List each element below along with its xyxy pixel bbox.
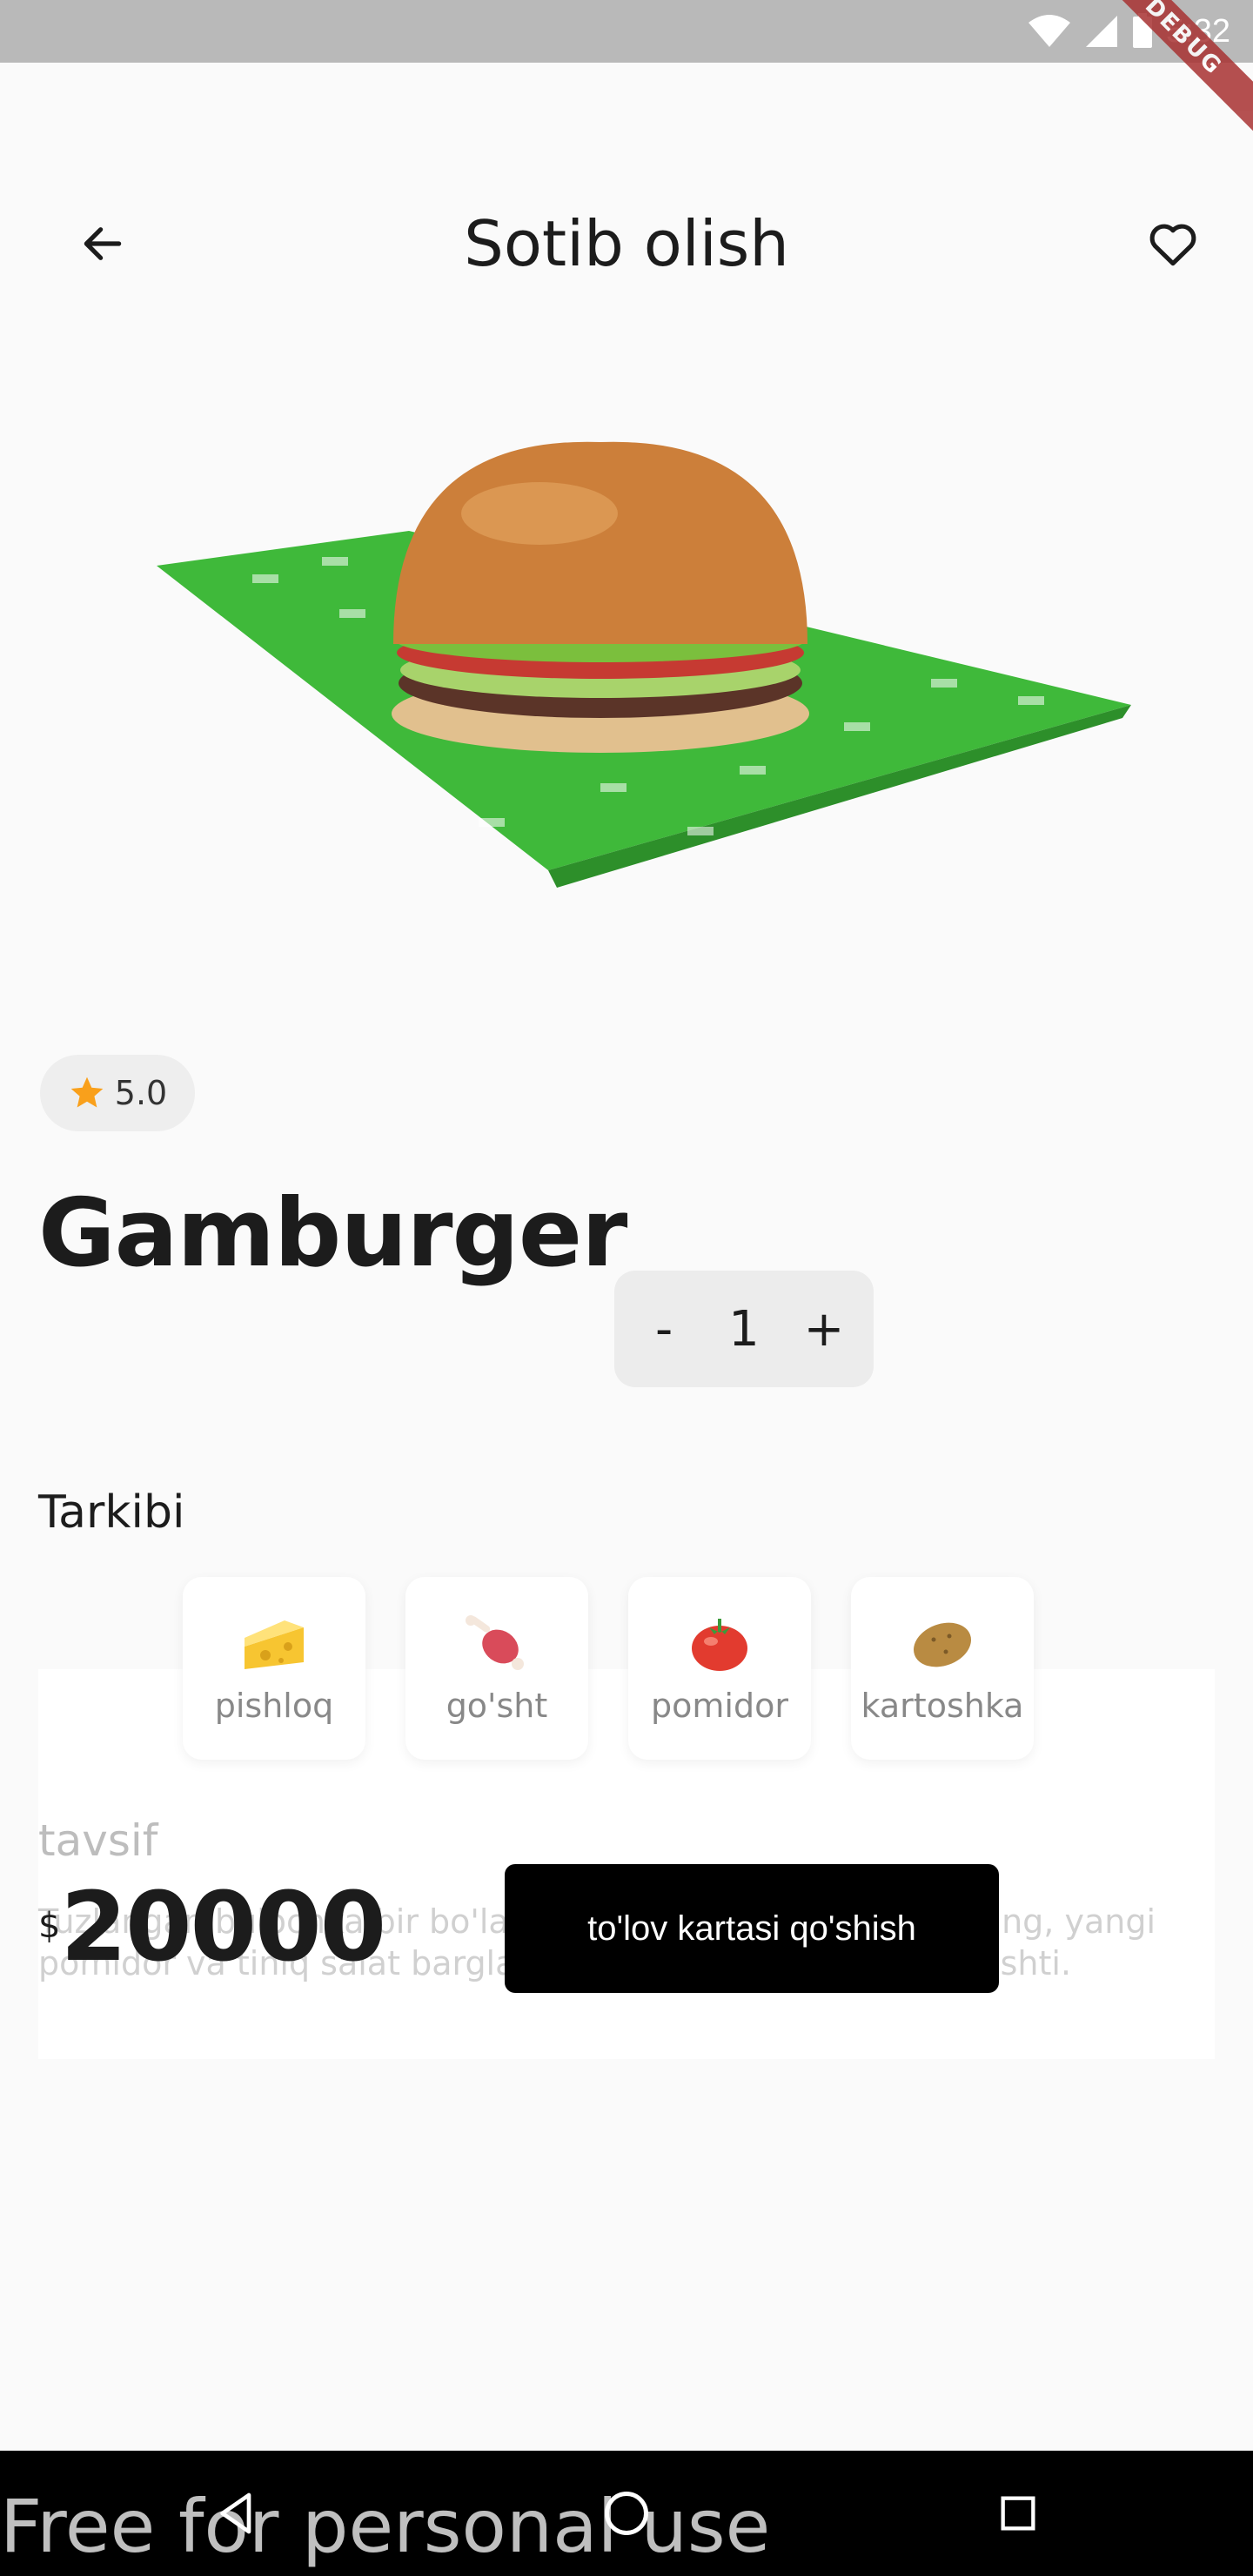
decrease-button[interactable]: - (629, 1301, 699, 1358)
ingredient-label: pomidor (651, 1687, 788, 1725)
signal-icon (1086, 16, 1118, 47)
rating-badge: 5.0 (40, 1055, 195, 1131)
app-bar: Sotib olish (0, 174, 1253, 313)
favorite-button[interactable] (1131, 202, 1215, 285)
square-recents-icon (1001, 2496, 1035, 2531)
star-icon (70, 1077, 104, 1108)
page-title: Sotib olish (464, 207, 789, 280)
price: $20000 (38, 1871, 386, 1982)
product-name: Gamburger (38, 1179, 627, 1288)
description-title: tavsif (38, 1815, 158, 1866)
price-value: 20000 (60, 1871, 386, 1982)
meat-icon (466, 1615, 524, 1670)
watermark: Free for personal use (0, 2484, 771, 2569)
status-bar: 5:32 DEBUG (0, 0, 1253, 142)
wifi-icon (1029, 15, 1071, 47)
quantity-stepper: - 1 + (614, 1271, 874, 1387)
tomato-icon (692, 1619, 747, 1671)
burger-image (157, 441, 1131, 888)
ingredient-card[interactable]: go'sht (405, 1577, 588, 1760)
ingredient-label: kartoshka (861, 1687, 1024, 1725)
heart-icon (1149, 224, 1196, 266)
ingredients-list: pishloq go'sht pomidor kartoshka (183, 1577, 1034, 1760)
ingredient-label: go'sht (446, 1687, 548, 1725)
add-payment-card-button[interactable]: to'lov kartasi qo'shish (505, 1864, 999, 1993)
quantity-value: 1 (728, 1300, 760, 1358)
cheese-icon (245, 1620, 304, 1669)
ingredient-label: pishloq (214, 1687, 334, 1725)
price-currency: $ (38, 1906, 61, 1946)
rating-value: 5.0 (114, 1074, 168, 1112)
increase-button[interactable]: + (789, 1301, 859, 1358)
ingredients-title: Tarkibi (38, 1486, 185, 1539)
ingredient-card[interactable]: pomidor (628, 1577, 811, 1760)
potato-icon (914, 1622, 971, 1667)
ingredient-card[interactable]: kartoshka (851, 1577, 1034, 1760)
nav-recents-button[interactable] (987, 2482, 1049, 2545)
ingredient-card[interactable]: pishloq (183, 1577, 365, 1760)
